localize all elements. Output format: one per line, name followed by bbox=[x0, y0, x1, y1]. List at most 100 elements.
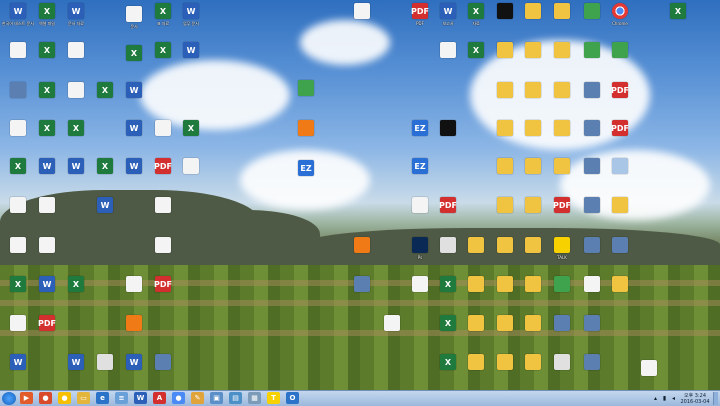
desktop-icon-excel[interactable]: X bbox=[434, 276, 462, 310]
explorer-taskbar-button[interactable]: ▭ bbox=[77, 392, 90, 404]
desktop-icon-word[interactable]: W 업무 문서 bbox=[177, 3, 205, 37]
desktop-icon-word[interactable]: W bbox=[120, 82, 148, 116]
ie-taskbar-button[interactable]: e bbox=[96, 392, 109, 404]
desktop-icon-util[interactable] bbox=[606, 237, 634, 271]
desktop-icon-excel[interactable]: X bbox=[62, 120, 90, 154]
gom-taskbar-button[interactable]: ● bbox=[39, 392, 52, 404]
desktop-icon-excel[interactable]: X bbox=[149, 42, 177, 76]
desktop-icon-blank[interactable] bbox=[62, 82, 90, 116]
desktop-icon-folder[interactable] bbox=[491, 42, 519, 76]
desktop-icon-blank[interactable] bbox=[406, 276, 434, 310]
desktop-icon-excel[interactable]: X bbox=[4, 276, 32, 310]
desktop-icon-kakao[interactable]: TALK bbox=[548, 237, 576, 271]
desktop-icon-util[interactable] bbox=[578, 82, 606, 116]
desktop-icon-excel[interactable]: X표 자료 bbox=[149, 3, 177, 37]
desktop-icon-app[interactable] bbox=[578, 42, 606, 76]
desktop-icon-blank[interactable] bbox=[177, 158, 205, 192]
desktop-icon-excel[interactable]: X bbox=[91, 158, 119, 192]
desktop-icon-blank[interactable] bbox=[149, 237, 177, 271]
desktop-icon-excel[interactable]: X bbox=[462, 42, 490, 76]
desktop-icon-blank[interactable] bbox=[4, 42, 32, 76]
desktop-icon-dark[interactable] bbox=[491, 3, 519, 37]
desktop-icon-folder[interactable] bbox=[519, 3, 547, 37]
desktop-icon-blank[interactable] bbox=[120, 276, 148, 310]
desktop-icon-folder[interactable] bbox=[519, 276, 547, 310]
volume-icon[interactable]: ◂ bbox=[670, 395, 677, 402]
desktop-icon-pdf[interactable]: PDF PDF bbox=[406, 3, 434, 37]
calc-taskbar-button[interactable]: ▦ bbox=[248, 392, 261, 404]
desktop-icon-app[interactable] bbox=[548, 276, 576, 310]
desktop-icon-folder[interactable] bbox=[548, 120, 576, 154]
desktop-icon-blank[interactable] bbox=[4, 237, 32, 271]
desktop-icon-word[interactable]: W bbox=[62, 354, 90, 388]
network-taskbar-button[interactable]: ▤ bbox=[229, 392, 242, 404]
desktop-icon-blank[interactable] bbox=[149, 197, 177, 231]
desktop-icon-excel[interactable]: X bbox=[33, 42, 61, 76]
desktop-icon-blank[interactable] bbox=[4, 315, 32, 349]
desktop-icon-blank[interactable] bbox=[149, 120, 177, 154]
desktop-icon-word[interactable]: W bbox=[120, 158, 148, 192]
chrome-taskbar-button[interactable]: ● bbox=[172, 392, 185, 404]
desktop-icon-word[interactable]: W bbox=[120, 354, 148, 388]
desktop-icon-folder[interactable] bbox=[491, 354, 519, 388]
desktop-icon-excel[interactable]: X 엑셀 파일 bbox=[33, 3, 61, 37]
desktop-icon-ps[interactable]: Ps bbox=[406, 237, 434, 271]
tray-arrow-icon[interactable]: ▴ bbox=[652, 395, 659, 402]
desktop-icon-app[interactable] bbox=[578, 3, 606, 37]
desktop-icon-folder[interactable] bbox=[462, 315, 490, 349]
desktop-icon-excel[interactable]: X bbox=[664, 3, 692, 37]
desktop-icon-folder[interactable] bbox=[491, 82, 519, 116]
desktop-icon-folder[interactable] bbox=[548, 42, 576, 76]
desktop-icon-util[interactable] bbox=[578, 354, 606, 388]
desktop-icon-folder[interactable] bbox=[462, 276, 490, 310]
desktop-icon-blank[interactable] bbox=[378, 315, 406, 349]
desktop-icon-word[interactable]: W bbox=[177, 42, 205, 76]
desktop-icon-ez[interactable]: EZ bbox=[292, 160, 320, 194]
desktop-icon-blank[interactable] bbox=[434, 42, 462, 76]
desktop-icon-blank[interactable] bbox=[406, 197, 434, 231]
desktop-icon-folder[interactable] bbox=[462, 354, 490, 388]
desktop-icon-folder[interactable] bbox=[519, 237, 547, 271]
desktop-icon-util[interactable] bbox=[578, 197, 606, 231]
desktop-icon-orange[interactable] bbox=[292, 120, 320, 154]
desktop-icon-pdf[interactable]: PDF bbox=[606, 120, 634, 154]
desktop-icon-pdf[interactable]: PDF bbox=[149, 158, 177, 192]
desktop-icon-blank[interactable] bbox=[348, 3, 376, 37]
desktop-icon-folder[interactable] bbox=[519, 42, 547, 76]
desktop-icon-blank[interactable] bbox=[62, 42, 90, 76]
desktop-icon-folder[interactable] bbox=[491, 276, 519, 310]
desktop-icon-pdf[interactable]: PDF bbox=[434, 197, 462, 231]
start-button[interactable] bbox=[2, 392, 16, 405]
desktop-icon-blank[interactable] bbox=[578, 276, 606, 310]
desktop-icon-excel[interactable]: X bbox=[91, 82, 119, 116]
desktop-icon-folder[interactable] bbox=[548, 82, 576, 116]
kakaotalk-taskbar-button[interactable]: T bbox=[267, 392, 280, 404]
desktop-icon-word[interactable]: W bbox=[33, 158, 61, 192]
desktop-icon-folder[interactable] bbox=[491, 158, 519, 192]
desktop-icon-excel[interactable]: X bbox=[33, 82, 61, 116]
desktop-icon-excel[interactable]: X bbox=[33, 120, 61, 154]
desktop-icon-chrome[interactable]: Chrome bbox=[606, 3, 634, 37]
desktop-icon-folder[interactable] bbox=[548, 3, 576, 37]
desktop-icon-orange[interactable] bbox=[348, 237, 376, 271]
kakao-taskbar-button[interactable]: ● bbox=[58, 392, 71, 404]
desktop-icon-media[interactable] bbox=[434, 237, 462, 271]
outlook-taskbar-button[interactable]: O bbox=[286, 392, 299, 404]
show-desktop-button[interactable] bbox=[713, 392, 718, 405]
desktop-icon-dark[interactable] bbox=[434, 120, 462, 154]
desktop-icon-folder[interactable] bbox=[491, 237, 519, 271]
desktop-icon-orange[interactable] bbox=[120, 315, 148, 349]
desktop-icon-folder[interactable] bbox=[519, 158, 547, 192]
desktop-icon-blank[interactable] bbox=[635, 360, 663, 390]
desktop-icon-word[interactable]: W bbox=[33, 276, 61, 310]
desktop-icon-app[interactable] bbox=[606, 42, 634, 76]
desktop-icon-blank[interactable] bbox=[33, 237, 61, 271]
desktop-icon-word[interactable]: W 문서 자료 bbox=[62, 3, 90, 37]
desktop-icon-util[interactable] bbox=[578, 315, 606, 349]
desktop-icon-word[interactable]: W bbox=[120, 120, 148, 154]
desktop-icon-excel[interactable]: X bbox=[120, 45, 148, 79]
desktop-icon-folder[interactable] bbox=[491, 315, 519, 349]
desktop-icon-word[interactable]: W 한국어 테스트 문서 bbox=[2, 3, 34, 37]
clock[interactable]: 오후 3:24 2016-03-04 bbox=[679, 393, 711, 405]
desktop-icon-util[interactable] bbox=[4, 82, 32, 116]
